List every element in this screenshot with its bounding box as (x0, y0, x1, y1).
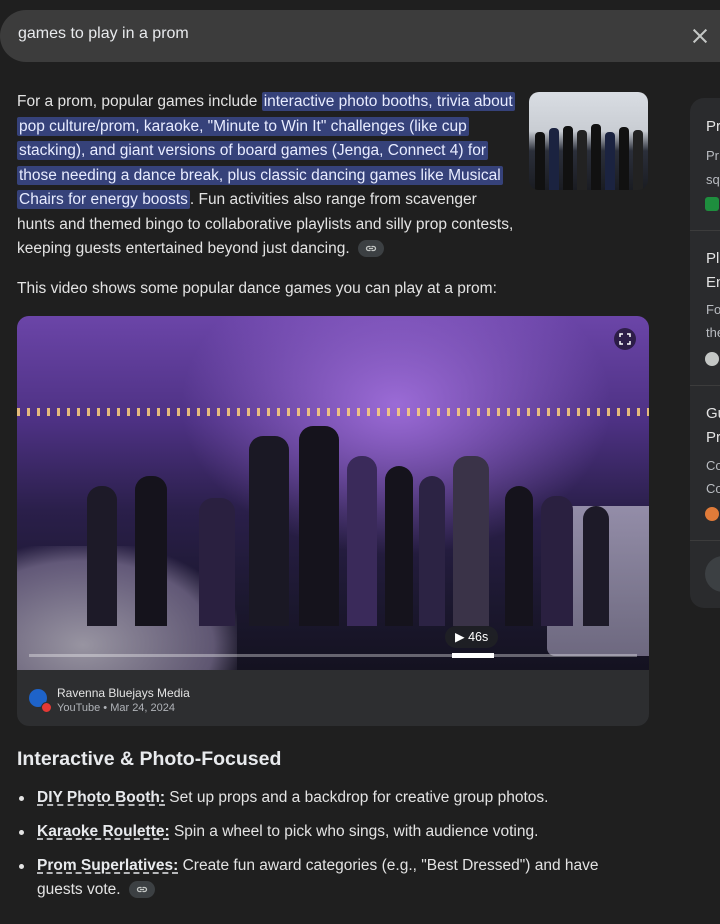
video-progress-bar[interactable] (29, 654, 637, 657)
source-card-3-snippet-2: Co (706, 481, 720, 496)
list-item: DIY Photo Booth: Set up props and a back… (17, 786, 637, 810)
video-crowd (17, 416, 649, 626)
list-item: Prom Superlatives: Create fun award cate… (17, 854, 637, 902)
source-card-2-snippet: Fo (706, 302, 720, 317)
ai-overview-text: For a prom, popular games include intera… (17, 90, 517, 262)
source-card-1-snippet: Pr (706, 148, 719, 163)
prom-photo-thumbnail[interactable] (529, 92, 648, 190)
list-item-text: Set up props and a backdrop for creative… (165, 789, 549, 806)
video-card[interactable]: ▶ 46s Ravenna Bluejays Media YouTube • M… (17, 316, 649, 726)
game-list: DIY Photo Booth: Set up props and a back… (17, 786, 637, 912)
source-card-3-snippet: Co (706, 458, 720, 473)
video-meta: YouTube • Mar 24, 2024 (57, 702, 176, 714)
link-icon[interactable] (357, 240, 384, 258)
source-card-3-title[interactable]: Gu (706, 405, 720, 422)
list-item: Karaoke Roulette: Spin a wheel to pick w… (17, 820, 637, 844)
youtube-badge-icon (41, 702, 52, 713)
close-icon[interactable] (688, 24, 712, 48)
list-item-term[interactable]: Prom Superlatives: (37, 857, 178, 874)
source-card-2-title-2[interactable]: En (706, 274, 720, 291)
link-icon[interactable] (128, 881, 155, 899)
source-card-2-snippet-2: the (706, 325, 720, 340)
video-intro: This video shows some popular dance game… (17, 280, 497, 297)
source-favicon-icon (705, 352, 719, 366)
source-card-3-title-2[interactable]: Pr (706, 429, 720, 446)
list-item-term[interactable]: DIY Photo Booth: (37, 789, 165, 806)
list-item-term[interactable]: Karaoke Roulette: (37, 823, 170, 840)
video-duration[interactable]: ▶ 46s (445, 626, 499, 648)
source-card-1-snippet-2: sq (706, 172, 720, 187)
section-title: Interactive & Photo-Focused (17, 748, 282, 770)
search-query[interactable]: games to play in a prom (18, 25, 189, 43)
source-card-1-title[interactable]: Pr (706, 118, 720, 135)
video-progress-marker[interactable] (451, 653, 494, 658)
source-favicon-icon (705, 507, 719, 521)
expand-icon[interactable] (614, 328, 636, 350)
list-item-text: Spin a wheel to pick who sings, with aud… (169, 823, 539, 840)
video-player[interactable]: ▶ 46s (17, 316, 649, 670)
channel-name[interactable]: Ravenna Bluejays Media (57, 686, 190, 700)
source-favicon-icon (705, 197, 719, 211)
overview-intro: For a prom, popular games include (17, 93, 262, 110)
source-card-2-title[interactable]: Pl (706, 250, 719, 267)
